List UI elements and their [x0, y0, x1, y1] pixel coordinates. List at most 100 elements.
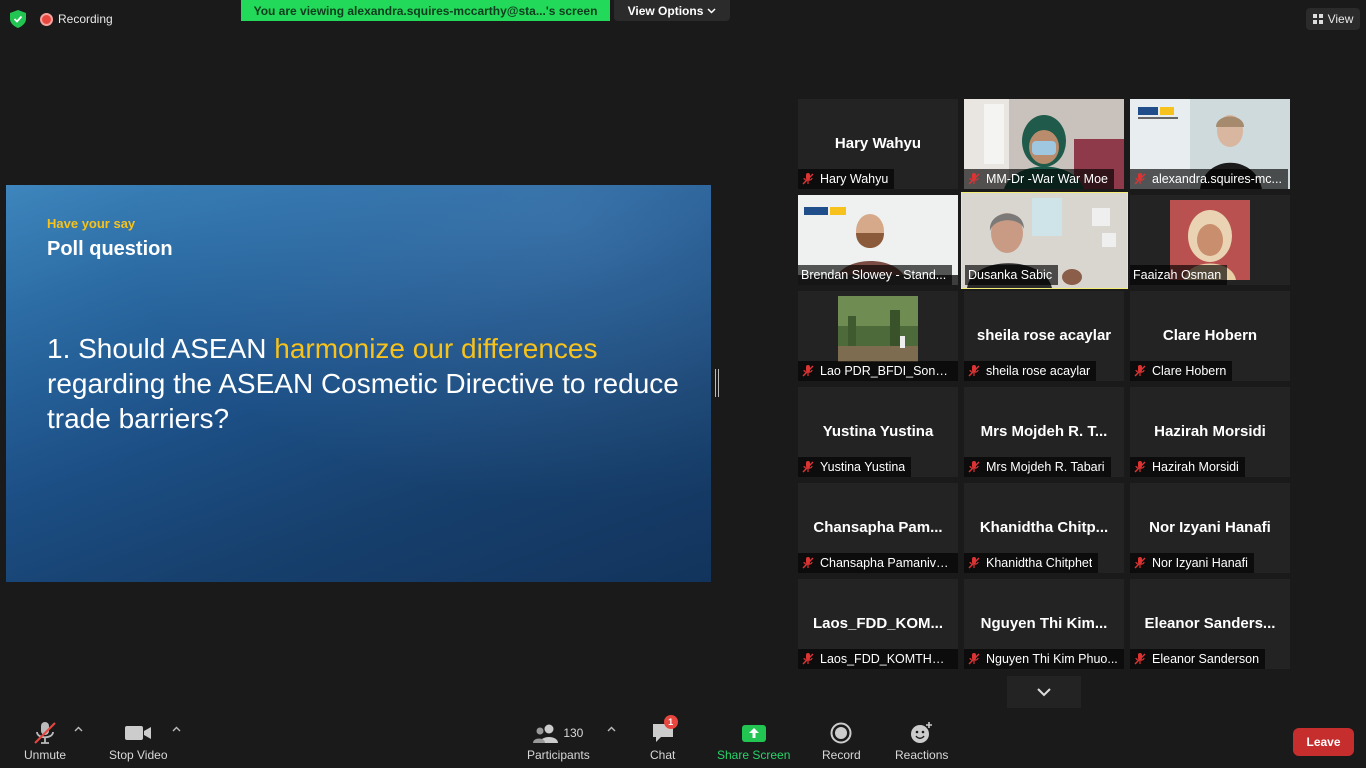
- video-options-caret-icon[interactable]: [172, 726, 181, 732]
- chevron-down-icon: [1037, 688, 1051, 697]
- participants-icon: [533, 724, 559, 743]
- participant-tile[interactable]: Yustina Yustina Yustina Yustina: [798, 387, 958, 477]
- participant-tile[interactable]: alexandra.squires-mc...: [1130, 99, 1290, 189]
- leave-meeting-button[interactable]: Leave: [1293, 728, 1354, 756]
- participant-tile[interactable]: Khanidtha Chitp... Khanidtha Chitphet: [964, 483, 1124, 573]
- participant-label-text: Brendan Slowey - Stand...: [801, 268, 947, 282]
- participant-label: Nor Izyani Hanafi: [1130, 553, 1254, 573]
- slide-kicker: Have your say: [47, 216, 136, 231]
- participant-label: Brendan Slowey - Stand...: [798, 265, 953, 285]
- view-options-button[interactable]: View Options: [614, 0, 730, 21]
- participant-label: sheila rose acaylar: [964, 361, 1097, 381]
- participant-tile[interactable]: sheila rose acaylar sheila rose acaylar: [964, 291, 1124, 381]
- participant-tile[interactable]: Nor Izyani Hanafi Nor Izyani Hanafi: [1130, 483, 1290, 573]
- meeting-status-bar: Recording: [10, 10, 113, 28]
- participant-label: Eleanor Sanderson: [1130, 649, 1266, 669]
- participant-name: Chansapha Pam...: [813, 519, 943, 536]
- participant-label-text: Laos_FDD_KOMTHAM...: [820, 652, 952, 666]
- participant-label-text: Dusanka Sabic: [968, 268, 1053, 282]
- participant-tile-active-speaker[interactable]: Dusanka Sabic: [961, 192, 1128, 289]
- split-view-divider-handle[interactable]: [715, 369, 719, 397]
- audio-options-caret-icon[interactable]: [74, 726, 83, 732]
- participant-label: Laos_FDD_KOMTHAM...: [798, 649, 958, 669]
- participants-options-caret-icon[interactable]: [607, 726, 616, 732]
- participant-label-text: Clare Hobern: [1152, 364, 1227, 378]
- participant-label-text: Lao PDR_BFDI_Soneth...: [820, 364, 952, 378]
- participant-tile[interactable]: Laos_FDD_KOM... Laos_FDD_KOMTHAM...: [798, 579, 958, 669]
- muted-mic-icon: [802, 365, 814, 377]
- zoom-meeting-window: Recording You are viewing alexandra.squi…: [0, 0, 1366, 768]
- participant-tile[interactable]: Lao PDR_BFDI_Soneth...: [798, 291, 958, 381]
- participant-label: alexandra.squires-mc...: [1130, 169, 1288, 189]
- participant-name: Laos_FDD_KOM...: [812, 615, 944, 632]
- participant-label: Dusanka Sabic: [965, 265, 1059, 285]
- participant-name: Hazirah Morsidi: [1154, 423, 1266, 440]
- recording-indicator[interactable]: Recording: [40, 12, 113, 26]
- unmute-button[interactable]: Unmute: [24, 720, 66, 762]
- participant-tile[interactable]: Hary Wahyu Hary Wahyu: [798, 99, 958, 189]
- viewing-screen-banner: You are viewing alexandra.squires-mccart…: [241, 0, 610, 21]
- participant-label-text: sheila rose acaylar: [986, 364, 1091, 378]
- participant-name: Khanidtha Chitp...: [979, 519, 1109, 536]
- gallery-next-page-button[interactable]: [1007, 676, 1081, 708]
- participants-button[interactable]: 130 Participants: [527, 720, 590, 762]
- participant-name: Eleanor Sanders...: [1144, 615, 1276, 632]
- muted-mic-icon: [968, 365, 980, 377]
- meeting-controls-toolbar: Unmute Stop Video 130 Participants 1 Cha…: [0, 712, 1366, 768]
- muted-mic-icon: [1134, 173, 1146, 185]
- chevron-down-icon: [707, 7, 716, 14]
- muted-mic-icon: [1134, 653, 1146, 665]
- shield-check-icon[interactable]: [10, 10, 26, 28]
- participant-tile[interactable]: Nguyen Thi Kim... Nguyen Thi Kim Phuo...: [964, 579, 1124, 669]
- muted-mic-icon: [34, 722, 56, 744]
- participant-name: Hary Wahyu: [834, 135, 922, 152]
- participant-label-text: Yustina Yustina: [820, 460, 906, 474]
- shared-screen-slide: Have your say Poll question 1. Should AS…: [6, 185, 711, 582]
- muted-mic-icon: [1134, 557, 1146, 569]
- muted-mic-icon: [968, 461, 980, 473]
- participant-tile[interactable]: Faaizah Osman: [1130, 195, 1290, 285]
- stop-video-button[interactable]: Stop Video: [109, 720, 168, 762]
- view-label: View: [1327, 12, 1354, 26]
- slide-heading: Poll question: [47, 238, 173, 260]
- participant-label-text: alexandra.squires-mc...: [1152, 172, 1282, 186]
- participant-tile[interactable]: Eleanor Sanders... Eleanor Sanderson: [1130, 579, 1290, 669]
- share-screen-label: Share Screen: [717, 748, 791, 762]
- participant-tile[interactable]: MM-Dr -War War Moe: [964, 99, 1124, 189]
- participant-tile[interactable]: Brendan Slowey - Stand...: [798, 195, 958, 285]
- video-camera-icon: [125, 726, 152, 740]
- participant-name: sheila rose acaylar: [976, 327, 1112, 344]
- slide-question: 1. Should ASEAN harmonize our difference…: [47, 331, 687, 436]
- participant-label: Clare Hobern: [1130, 361, 1233, 381]
- participant-label-text: Eleanor Sanderson: [1152, 652, 1260, 666]
- record-icon: [830, 722, 852, 744]
- emoji-reaction-icon: [910, 722, 932, 743]
- reactions-button[interactable]: Reactions: [895, 720, 948, 762]
- participant-label-text: MM-Dr -War War Moe: [986, 172, 1108, 186]
- participant-name: Clare Hobern: [1162, 327, 1258, 344]
- record-button[interactable]: Record: [822, 720, 861, 762]
- participant-label-text: Mrs Mojdeh R. Tabari: [986, 460, 1105, 474]
- unmute-label: Unmute: [24, 748, 67, 762]
- participant-tile[interactable]: Chansapha Pam... Chansapha Pamanivo...: [798, 483, 958, 573]
- muted-mic-icon: [802, 557, 814, 569]
- participant-tile[interactable]: Hazirah Morsidi Hazirah Morsidi: [1130, 387, 1290, 477]
- participant-name: Nguyen Thi Kim...: [980, 615, 1108, 632]
- participant-tile[interactable]: Mrs Mojdeh R. T... Mrs Mojdeh R. Tabari: [964, 387, 1124, 477]
- participant-label: Hary Wahyu: [798, 169, 895, 189]
- participant-name: Yustina Yustina: [822, 423, 934, 440]
- participant-tile[interactable]: Clare Hobern Clare Hobern: [1130, 291, 1290, 381]
- participant-label-text: Hazirah Morsidi: [1152, 460, 1239, 474]
- participant-label: Yustina Yustina: [798, 457, 912, 477]
- record-label: Record: [822, 748, 861, 762]
- muted-mic-icon: [968, 173, 980, 185]
- chat-button[interactable]: 1 Chat: [650, 715, 678, 762]
- view-options-label: View Options: [627, 3, 704, 18]
- view-layout-button[interactable]: View: [1306, 8, 1360, 30]
- participant-label-text: Hary Wahyu: [820, 172, 889, 186]
- participant-label: Chansapha Pamanivo...: [798, 553, 958, 573]
- share-screen-button[interactable]: Share Screen: [717, 720, 790, 762]
- chat-unread-badge: 1: [663, 715, 678, 729]
- participant-name: Mrs Mojdeh R. T...: [980, 423, 1108, 440]
- participant-label: Lao PDR_BFDI_Soneth...: [798, 361, 958, 381]
